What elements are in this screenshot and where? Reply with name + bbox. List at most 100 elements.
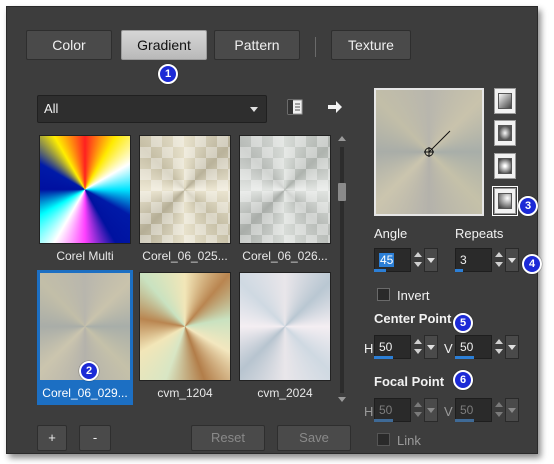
center-v-value: 50 [460,340,474,354]
gradient-name: cvm_1204 [157,386,213,400]
callout-badge-4: 4 [522,254,542,274]
arrow-right-icon[interactable] [325,97,345,117]
scroll-up-icon[interactable] [338,136,346,141]
focal-h-label: H [364,404,374,419]
tab-texture[interactable]: Texture [331,30,411,60]
save-button[interactable]: Save [277,425,351,451]
radial-gradient-button[interactable] [494,153,516,179]
angle-handle-icon[interactable] [376,90,482,214]
down-arrow-icon[interactable] [495,412,503,417]
center-h-dropdown-button[interactable] [424,335,438,359]
repeats-slider-bar[interactable] [455,269,463,272]
focal-h-spinner[interactable]: 50 [374,398,438,422]
angle-dropdown-button[interactable] [424,248,438,272]
repeats-dropdown-button[interactable] [505,248,519,272]
up-arrow-icon[interactable] [414,252,422,257]
chevron-down-icon [427,258,435,263]
down-arrow-icon[interactable] [414,412,422,417]
category-dropdown[interactable]: All [37,95,267,123]
focal-v-slider-bar[interactable] [455,419,474,422]
chevron-down-icon [508,258,516,263]
center-v-stepper[interactable] [493,335,505,359]
callout-badge-1: 1 [158,64,178,84]
rectangular-gradient-button[interactable] [494,120,516,146]
tab-pattern[interactable]: Pattern [214,30,300,60]
repeats-stepper[interactable] [493,248,505,272]
focal-v-spinner[interactable]: 50 [455,398,519,422]
gradient-name: cvm_2024 [257,386,313,400]
angle-slider-bar[interactable] [374,269,386,272]
up-arrow-icon[interactable] [495,339,503,344]
sunburst-gradient-button[interactable] [494,188,516,214]
focal-v-stepper[interactable] [493,398,505,422]
angle-spinner[interactable]: 45 [374,248,438,272]
gradient-preview[interactable] [374,88,484,216]
tab-color[interactable]: Color [26,30,112,60]
center-v-dropdown-button[interactable] [505,335,519,359]
focal-v-value: 50 [460,403,474,417]
down-arrow-icon[interactable] [495,262,503,267]
gradient-swatch [239,135,331,244]
down-arrow-icon[interactable] [414,262,422,267]
center-h-stepper[interactable] [412,335,424,359]
sunburst-gradient-icon [498,193,512,209]
rectangular-gradient-icon [498,125,512,141]
reset-button[interactable]: Reset [191,425,265,451]
down-arrow-icon[interactable] [414,349,422,354]
category-dropdown-value: All [44,101,59,116]
chevron-down-icon [427,408,435,413]
down-arrow-icon[interactable] [495,349,503,354]
linear-gradient-icon [498,93,512,109]
chevron-down-icon [250,107,258,112]
focal-h-dropdown-button[interactable] [424,398,438,422]
gradient-item-selected[interactable]: Corel_06_029... [37,270,133,405]
gradient-swatch [239,272,331,381]
repeats-spinner[interactable]: 3 [455,248,519,272]
gradient-item[interactable]: Corel Multi [37,133,133,268]
gradient-name: Corel_06_026... [242,249,328,263]
focal-v-dropdown-button[interactable] [505,398,519,422]
repeats-value: 3 [460,253,467,267]
gradient-swatch [139,272,231,381]
up-arrow-icon[interactable] [414,339,422,344]
scroll-down-icon[interactable] [338,397,346,402]
link-label[interactable]: Link [397,433,421,448]
scroll-thumb[interactable] [338,183,346,201]
invert-label[interactable]: Invert [397,288,430,303]
gradient-name: Corel_06_025... [142,249,228,263]
gradient-swatch [39,135,131,244]
invert-checkbox[interactable] [377,288,390,301]
remove-gradient-button[interactable]: - [79,425,111,451]
callout-badge-3: 3 [518,196,538,216]
library-icon[interactable] [285,97,305,117]
callout-badge-5: 5 [453,313,473,333]
center-h-spinner[interactable]: 50 [374,335,438,359]
angle-label: Angle [374,226,408,241]
up-arrow-icon[interactable] [414,402,422,407]
up-arrow-icon[interactable] [495,402,503,407]
callout-badge-2: 2 [79,361,99,381]
focal-h-slider-bar[interactable] [374,419,393,422]
focal-point-label: Focal Point [374,374,445,389]
focal-h-stepper[interactable] [412,398,424,422]
grid-scrollbar[interactable] [336,133,348,407]
gradient-item[interactable]: cvm_1204 [137,270,233,405]
repeats-label: Repeats [455,226,504,241]
linear-gradient-button[interactable] [494,88,516,114]
link-checkbox[interactable] [377,433,390,446]
center-v-spinner[interactable]: 50 [455,335,519,359]
gradient-item[interactable]: cvm_2024 [237,270,333,405]
gradient-item[interactable]: Corel_06_025... [137,133,233,268]
radial-gradient-icon [498,158,512,174]
angle-stepper[interactable] [412,248,424,272]
center-h-slider-bar[interactable] [374,356,393,359]
tab-gradient[interactable]: Gradient [121,30,207,60]
tab-separator [315,37,316,57]
up-arrow-icon[interactable] [495,252,503,257]
gradient-item[interactable]: Corel_06_026... [237,133,333,268]
add-gradient-button[interactable]: + [37,425,67,451]
focal-v-label: V [444,404,453,419]
center-v-slider-bar[interactable] [455,356,474,359]
callout-badge-6: 6 [453,370,473,390]
center-h-value: 50 [379,340,393,354]
